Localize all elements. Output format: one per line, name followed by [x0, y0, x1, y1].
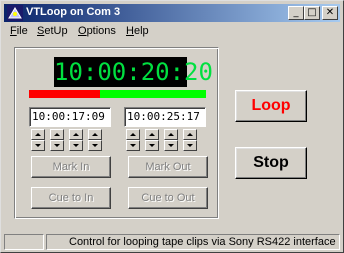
mark-in-timecode-field[interactable]: 10:00:17:09 — [29, 107, 111, 127]
arrow-up-icon — [168, 133, 174, 136]
progress-played-bar — [29, 90, 100, 98]
mark-out-timecode-field[interactable]: 10:00:25:17 — [124, 107, 206, 127]
arrow-down-icon — [130, 144, 136, 147]
spin-down-button[interactable] — [183, 140, 197, 151]
mark-in-minutes-spinner[interactable] — [50, 129, 64, 151]
minimize-button[interactable]: _ — [288, 6, 304, 20]
arrow-down-icon — [54, 144, 60, 147]
mark-out-seconds-spinner[interactable] — [164, 129, 178, 151]
timecode-display: 10:00:20:20 — [54, 57, 213, 87]
spin-down-button[interactable] — [88, 140, 102, 151]
mark-in-hours-spinner[interactable] — [31, 129, 45, 151]
spin-down-button[interactable] — [69, 140, 83, 151]
spin-up-button[interactable] — [183, 129, 197, 140]
main-window: VTLoop on Com 3 _ □ ✕ File SetUp Options… — [0, 0, 344, 253]
spin-down-button[interactable] — [126, 140, 140, 151]
spin-down-button[interactable] — [145, 140, 159, 151]
mark-out-hours-spinner[interactable] — [126, 129, 140, 151]
cue-to-in-button[interactable]: Cue to In — [31, 187, 111, 209]
close-button[interactable]: ✕ — [322, 6, 338, 20]
app-icon — [7, 5, 23, 21]
arrow-up-icon — [130, 133, 136, 136]
cue-to-out-button[interactable]: Cue to Out — [128, 187, 208, 209]
spin-down-button[interactable] — [164, 140, 178, 151]
progress-remaining-bar — [100, 90, 206, 98]
menu-setup[interactable]: SetUp — [37, 25, 68, 37]
arrow-up-icon — [73, 133, 79, 136]
arrow-up-icon — [54, 133, 60, 136]
spin-down-button[interactable] — [31, 140, 45, 151]
arrow-down-icon — [149, 144, 155, 147]
status-bar: Control for looping tape clips via Sony … — [4, 234, 340, 250]
mark-out-button[interactable]: Mark Out — [128, 156, 208, 178]
minimize-icon: _ — [293, 7, 299, 18]
arrow-down-icon — [168, 144, 174, 147]
window-title: VTLoop on Com 3 — [26, 6, 121, 18]
maximize-button[interactable]: □ — [304, 6, 320, 20]
mark-out-minutes-spinner[interactable] — [145, 129, 159, 151]
arrow-up-icon — [35, 133, 41, 136]
spin-up-button[interactable] — [69, 129, 83, 140]
status-pane-empty — [4, 234, 44, 250]
menu-options[interactable]: Options — [78, 25, 116, 37]
mark-in-seconds-spinner[interactable] — [69, 129, 83, 151]
stop-button[interactable]: Stop — [235, 147, 307, 179]
spin-up-button[interactable] — [126, 129, 140, 140]
spin-up-button[interactable] — [31, 129, 45, 140]
spin-up-button[interactable] — [145, 129, 159, 140]
loop-button[interactable]: Loop — [235, 90, 307, 122]
close-icon: ✕ — [325, 7, 335, 18]
menu-file[interactable]: File — [10, 25, 28, 37]
arrow-down-icon — [73, 144, 79, 147]
arrow-up-icon — [92, 133, 98, 136]
spin-up-button[interactable] — [88, 129, 102, 140]
arrow-up-icon — [187, 133, 193, 136]
title-bar[interactable]: VTLoop on Com 3 _ □ ✕ — [4, 4, 340, 22]
menu-help[interactable]: Help — [126, 25, 149, 37]
arrow-down-icon — [187, 144, 193, 147]
mark-out-frames-spinner[interactable] — [183, 129, 197, 151]
arrow-down-icon — [35, 144, 41, 147]
spin-down-button[interactable] — [50, 140, 64, 151]
menu-bar: File SetUp Options Help — [4, 23, 340, 41]
spin-up-button[interactable] — [164, 129, 178, 140]
arrow-up-icon — [149, 133, 155, 136]
status-message: Control for looping tape clips via Sony … — [46, 234, 340, 250]
maximize-icon: □ — [307, 7, 317, 18]
arrow-down-icon — [92, 144, 98, 147]
mark-in-button[interactable]: Mark In — [31, 156, 111, 178]
mark-in-frames-spinner[interactable] — [88, 129, 102, 151]
spin-up-button[interactable] — [50, 129, 64, 140]
